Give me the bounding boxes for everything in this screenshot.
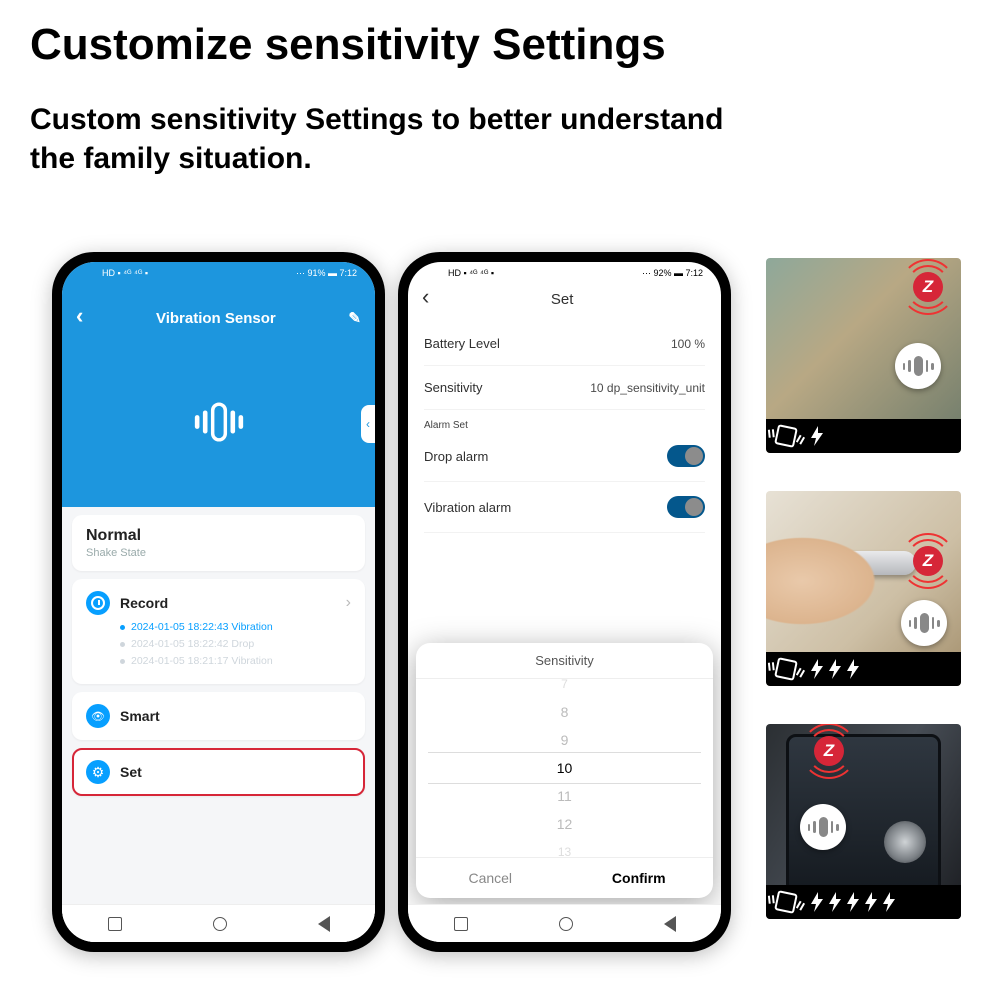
nav-home-icon[interactable] (213, 917, 227, 931)
sensor-device-icon (800, 804, 846, 850)
chevron-right-icon (346, 594, 351, 612)
section-header: Alarm Set (424, 410, 705, 431)
phone-mockup-settings: HD ▪ ⁴ᴳ ⁴ᴳ ▪ ⋯ 92% ▬ 7:12 Set Battery Le… (398, 252, 731, 952)
hand (766, 531, 886, 631)
vibration-sensor-icon (194, 402, 242, 441)
bolt-icon (864, 892, 878, 912)
cancel-button[interactable]: Cancel (416, 858, 565, 898)
picker-option[interactable]: 11 (557, 782, 572, 810)
picker-wheel[interactable]: 7 8 9 10 11 12 13 (416, 679, 713, 857)
bolt-icon (846, 892, 860, 912)
status-left: HD ▪ ⁴ᴳ ⁴ᴳ ▪ (448, 268, 494, 278)
vibration-icon (774, 657, 798, 681)
status-card: Normal Shake State (72, 515, 365, 571)
back-icon[interactable] (76, 305, 83, 327)
zigbee-icon: Z (913, 272, 943, 302)
status-bar: HD ▪ ⁴ᴳ ⁴ᴳ ▪ ⋯ 92% ▬ 7:12 (408, 262, 721, 284)
side-pull-tab[interactable]: ‹ (361, 405, 375, 443)
bolt-icon (810, 426, 824, 446)
clock-icon (86, 591, 110, 615)
bolt-icon (828, 659, 842, 679)
picker-option[interactable]: 9 (561, 726, 569, 754)
sheet-title: Sensitivity (416, 643, 713, 679)
battery-label: Battery Level (424, 336, 500, 351)
scene-safe: Z (766, 724, 961, 919)
picker-option-selected[interactable]: 10 (557, 754, 573, 782)
status-value: Normal (86, 527, 351, 545)
status-right: ⋯ 92% ▬ 7:12 (642, 268, 703, 279)
nav-recent-icon[interactable] (108, 917, 122, 931)
scene-living-room: Z (766, 258, 961, 453)
smart-icon (86, 704, 110, 728)
record-label: Record (120, 595, 336, 611)
picker-option[interactable]: 12 (557, 810, 573, 838)
sensor-device-icon (895, 343, 941, 389)
smart-card[interactable]: Smart (72, 692, 365, 740)
nav-back-icon[interactable] (664, 916, 676, 932)
status-left: HD ▪ ⁴ᴳ ⁴ᴳ ▪ (102, 268, 148, 278)
nav-home-icon[interactable] (559, 917, 573, 931)
set-card[interactable]: Set (72, 748, 365, 796)
intensity-level (810, 426, 824, 446)
picker-option[interactable]: 7 (561, 679, 568, 698)
header-title: Set (429, 291, 695, 308)
vibration-alarm-label: Vibration alarm (424, 500, 511, 515)
page-title: Customize sensitivity Settings (30, 20, 666, 70)
record-list: 2024-01-05 18:22:43 Vibration 2024-01-05… (86, 621, 351, 667)
gear-icon (86, 760, 110, 784)
back-icon[interactable] (422, 286, 429, 308)
record-item: 2024-01-05 18:22:43 Vibration (120, 621, 351, 633)
phone-mockup-main: HD ▪ ⁴ᴳ ⁴ᴳ ▪ ⋯ 91% ▬ 7:12 Vibration Sens… (52, 252, 385, 952)
status-caption: Shake State (86, 547, 351, 559)
row-vibration-alarm: Vibration alarm (424, 482, 705, 533)
nav-recent-icon[interactable] (454, 917, 468, 931)
record-card[interactable]: Record 2024-01-05 18:22:43 Vibration 202… (72, 579, 365, 684)
bolt-icon (810, 892, 824, 912)
bolt-icon (810, 659, 824, 679)
android-navbar (408, 904, 721, 942)
battery-value: 100 % (671, 337, 705, 351)
confirm-button[interactable]: Confirm (565, 858, 714, 898)
status-bar: HD ▪ ⁴ᴳ ⁴ᴳ ▪ ⋯ 91% ▬ 7:12 (62, 262, 375, 284)
scene-door-handle: Z (766, 491, 961, 686)
vibration-alarm-toggle[interactable] (667, 496, 705, 518)
android-navbar (62, 904, 375, 942)
sensitivity-label: Sensitivity (424, 380, 483, 395)
record-item: 2024-01-05 18:21:17 Vibration (120, 655, 351, 667)
drop-alarm-toggle[interactable] (667, 445, 705, 467)
sensitivity-value: 10 dp_sensitivity_unit (590, 381, 705, 395)
safe-dial (884, 821, 926, 863)
scene-column: Z Z Z (766, 258, 961, 957)
vibration-icon (774, 890, 798, 914)
intensity-level (810, 659, 860, 679)
bolt-icon (882, 892, 896, 912)
record-item: 2024-01-05 18:22:42 Drop (120, 638, 351, 650)
hero-area: ‹ (62, 337, 375, 507)
nav-back-icon[interactable] (318, 916, 330, 932)
row-battery: Battery Level 100 % (424, 322, 705, 366)
sensor-device-icon (901, 600, 947, 646)
smart-label: Smart (120, 708, 351, 724)
header-title: Vibration Sensor (83, 310, 348, 327)
edit-icon[interactable] (348, 309, 361, 327)
set-label: Set (120, 764, 351, 780)
vibration-icon (774, 424, 798, 448)
row-sensitivity[interactable]: Sensitivity 10 dp_sensitivity_unit (424, 366, 705, 410)
bolt-icon (828, 892, 842, 912)
zigbee-icon: Z (814, 736, 844, 766)
sensitivity-picker-sheet: Sensitivity 7 8 9 10 11 12 13 Cancel Con… (416, 643, 713, 898)
intensity-level (810, 892, 896, 912)
status-right: ⋯ 91% ▬ 7:12 (296, 268, 357, 279)
drop-alarm-label: Drop alarm (424, 449, 488, 464)
zigbee-icon: Z (913, 546, 943, 576)
picker-option[interactable]: 8 (561, 698, 569, 726)
bolt-icon (846, 659, 860, 679)
row-drop-alarm: Drop alarm (424, 431, 705, 482)
page-subtitle: Custom sensitivity Settings to better un… (30, 100, 723, 178)
picker-option[interactable]: 13 (558, 838, 571, 857)
